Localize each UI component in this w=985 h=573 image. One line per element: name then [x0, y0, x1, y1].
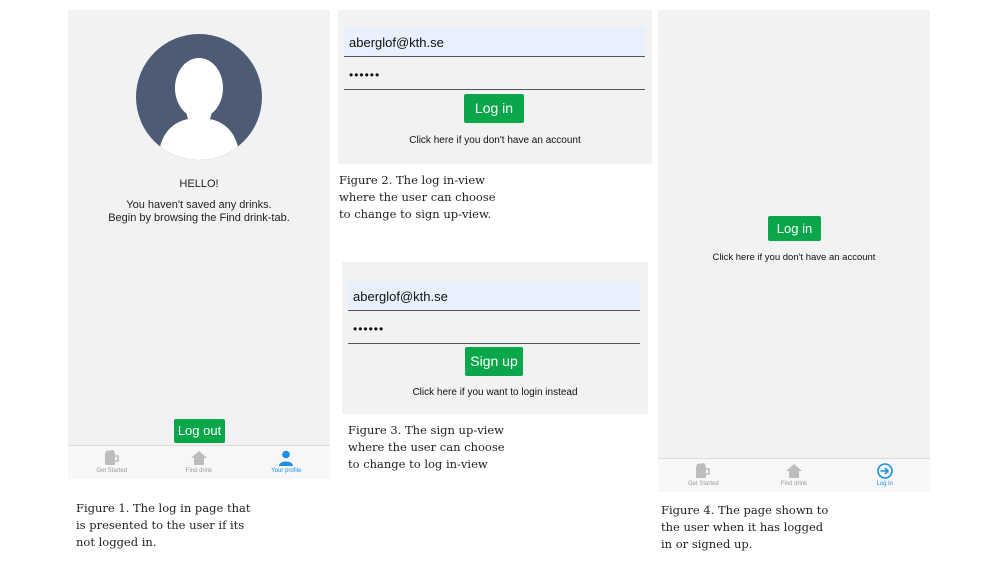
figure3-caption: Figure 3. The sign up-view where the use… [348, 423, 505, 471]
login-button[interactable]: Log in [768, 216, 821, 241]
greeting-text: HELLO! [179, 178, 219, 190]
home-icon [785, 464, 802, 478]
tab-label: Get Started [687, 481, 719, 487]
login-button[interactable]: Log in [464, 94, 524, 123]
login-icon [876, 463, 893, 479]
empty-message-line2: Begin by browsing the Find drink-tab. [108, 212, 290, 224]
tab-label: Log in [876, 481, 893, 487]
figure4-caption: Figure 4. The page shown to the user whe… [661, 503, 829, 551]
password-field[interactable]: •••••• [344, 60, 645, 90]
email-field[interactable]: aberglof@kth.se [348, 281, 640, 311]
tab-label: Get Started [96, 468, 127, 474]
tab-find-drink[interactable]: Find drink [749, 459, 840, 493]
logout-button[interactable]: Log out [174, 419, 225, 443]
signup-button[interactable]: Sign up [465, 347, 523, 376]
tab-bar: Get Started Find drink Log in [658, 458, 930, 492]
figure1-caption: Figure 1. The log in page that is presen… [76, 501, 251, 549]
tab-get-started[interactable]: Get Started [658, 459, 749, 493]
signup-view: aberglof@kth.se •••••• Sign up Click her… [342, 262, 648, 414]
profile-screen: HELLO! You haven't saved any drinks. Beg… [68, 10, 330, 479]
figure2-caption: Figure 2. The log in-view where the user… [339, 173, 496, 221]
switch-to-login-link[interactable]: Click here if you want to login instead [342, 387, 648, 398]
person-icon [279, 450, 294, 466]
logged-in-screen: Log in Click here if you don't have an a… [658, 10, 930, 492]
email-field[interactable]: aberglof@kth.se [344, 27, 645, 57]
mug-icon [104, 450, 119, 465]
tab-bar: Get Started Find drink Your profile [68, 445, 330, 479]
tab-label: Find drink [780, 481, 808, 487]
empty-message-line1: You haven't saved any drinks. [126, 199, 272, 211]
tab-find-drink[interactable]: Find drink [155, 446, 242, 480]
tab-get-started[interactable]: Get Started [68, 446, 155, 480]
mug-icon [696, 463, 711, 478]
tab-label: Your profile [271, 468, 302, 474]
password-field[interactable]: •••••• [348, 314, 640, 344]
switch-to-signup-link[interactable]: Click here if you don't have an account [658, 252, 930, 263]
home-icon [190, 451, 207, 465]
tab-log-in[interactable]: Log in [839, 459, 930, 493]
tab-label: Find drink [185, 468, 213, 474]
login-view: aberglof@kth.se •••••• Log in Click here… [338, 10, 652, 164]
avatar-placeholder-icon [136, 34, 262, 160]
tab-your-profile[interactable]: Your profile [243, 446, 330, 480]
switch-to-signup-link[interactable]: Click here if you don't have an account [338, 135, 652, 146]
